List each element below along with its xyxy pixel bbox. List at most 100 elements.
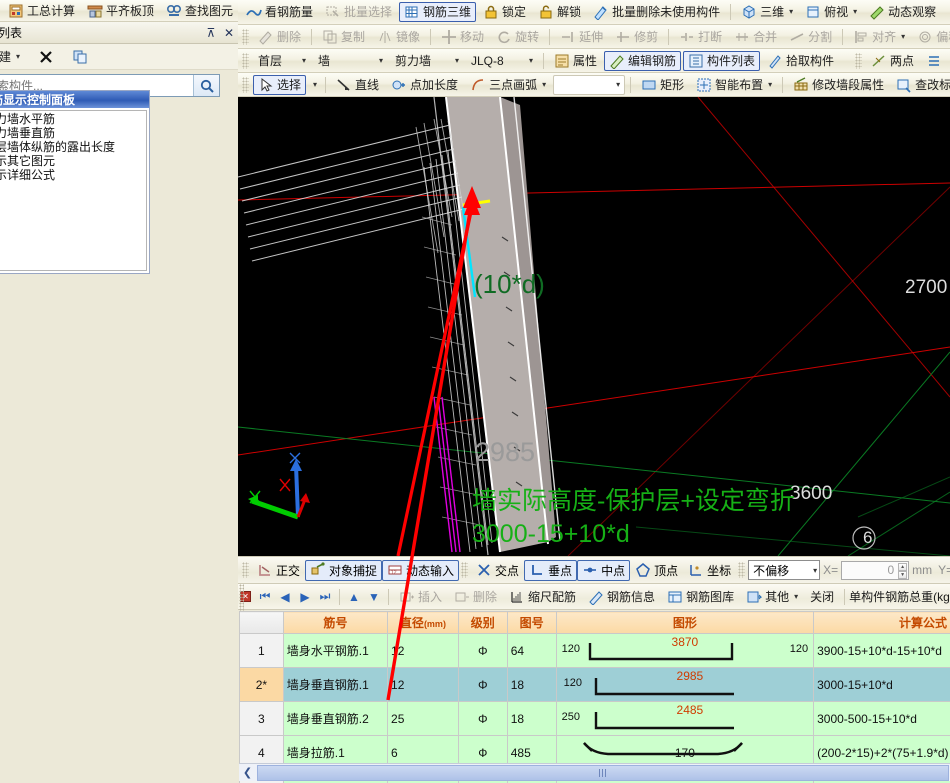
cell-shape[interactable]: 120 2985	[556, 668, 813, 702]
toolbar-button-rotate[interactable]: 旋转	[491, 27, 544, 47]
column-header-shape[interactable]: 图形	[556, 612, 813, 634]
snap-vertex[interactable]: 顶点	[630, 560, 683, 581]
cell-formula[interactable]: 3000-500-15+10*d	[814, 702, 950, 736]
toolbar-button-align-slab-top[interactable]: 平齐板顶	[82, 1, 159, 21]
line-tool-button[interactable]: 直线	[331, 75, 384, 95]
toolbar-button-rebar-3d[interactable]: 钢筋三维	[399, 2, 476, 22]
select-tool-button[interactable]: 选择	[253, 75, 306, 95]
table-horizontal-scrollbar[interactable]: ❮	[239, 763, 950, 781]
properties-button[interactable]: 属性	[549, 51, 602, 71]
toolbar-button-find-element[interactable]: 查找图元	[161, 1, 238, 21]
toolbar-grip[interactable]	[242, 53, 249, 69]
last-record-icon[interactable]: ⏭	[315, 587, 335, 607]
toolbar-button-split[interactable]: 分割	[784, 27, 837, 47]
toolbar-button-batch-delete-unused[interactable]: 批量删除未使用构件	[588, 2, 725, 22]
toolbar-button-erase[interactable]: 删除	[253, 27, 306, 47]
snap-perpendicular[interactable]: 垂点	[524, 560, 577, 581]
member-selector[interactable]: JLQ-8 ▾	[466, 51, 538, 71]
prev-record-icon[interactable]: ◀	[275, 587, 295, 607]
move-up-icon[interactable]: ▲	[344, 587, 364, 607]
column-header-diameter[interactable]: 直径(mm)	[388, 612, 459, 634]
rebar-info-button[interactable]: 钢筋信息	[583, 587, 660, 607]
toolbar-button-partial-3d[interactable]: 局部三维	[943, 2, 950, 22]
toolbar-button-top-view[interactable]: 俯视 ▾	[800, 2, 862, 22]
column-header-grade[interactable]: 级别	[458, 612, 507, 634]
toolbar-grip[interactable]	[242, 29, 249, 45]
toolbar-button-move[interactable]: 移动	[436, 27, 489, 47]
chevron-down-icon[interactable]: ▾	[616, 76, 620, 94]
rdcp-item-4[interactable]: 显示详细公式	[0, 168, 146, 182]
toolbar-button-break[interactable]: 打断	[674, 27, 727, 47]
blank-combo[interactable]: ▾	[553, 75, 625, 95]
statusbar-grip[interactable]	[242, 562, 249, 578]
cell-rebar-name[interactable]: 墙身垂直钢筋.2	[283, 702, 387, 736]
pick-member-button[interactable]: 拾取构件	[762, 51, 839, 71]
rebar-library-button[interactable]: 钢筋图库	[662, 587, 739, 607]
chevron-down-icon[interactable]: ▾	[379, 52, 383, 70]
cell-diameter[interactable]: 12	[388, 634, 459, 668]
insert-row-button[interactable]: 插入	[394, 587, 447, 607]
column-header-formula[interactable]: 计算公式	[814, 612, 950, 634]
rdcp-item-1[interactable]: 剪力墙垂直筋	[0, 126, 146, 140]
cell-figure-no[interactable]: 18	[507, 668, 556, 702]
table-row[interactable]: 3 墙身垂直钢筋.2 25 Φ 18 250 2485 3000-500-15+…	[240, 702, 950, 736]
cell-grade[interactable]: Φ	[458, 702, 507, 736]
delete-member-button[interactable]	[33, 47, 59, 67]
column-header-name[interactable]: 筋号	[283, 612, 387, 634]
copy-member-button[interactable]	[67, 47, 93, 67]
pin-icon[interactable]: ⊼	[202, 26, 220, 40]
more-button[interactable]	[921, 51, 947, 71]
rebar-table[interactable]: 筋号 直径(mm) 级别 图号 图形 计算公式 公式描述 1 墙身水平钢筋.1 …	[239, 611, 950, 763]
scrollbar-thumb[interactable]	[257, 765, 949, 781]
toolbar-button-unlock[interactable]: 解锁	[533, 2, 586, 22]
column-header-index[interactable]	[240, 612, 284, 634]
toggle-object-snap[interactable]: 对象捕捉	[305, 560, 382, 581]
toolbar-button-total-calc[interactable]: 工总计算	[3, 1, 80, 21]
chevron-down-icon[interactable]: ▾	[302, 52, 306, 70]
offset-mode-selector[interactable]: 不偏移 ▾	[748, 560, 820, 580]
cell-diameter[interactable]: 12	[388, 668, 459, 702]
new-member-button[interactable]: 新建 ▾	[0, 47, 25, 67]
cell-rebar-name[interactable]: 墙身垂直钢筋.1	[283, 668, 387, 702]
rect-tool-button[interactable]: 矩形	[636, 75, 689, 95]
cell-grade[interactable]: Φ	[458, 634, 507, 668]
edit-rebar-button[interactable]: 编辑钢筋	[604, 51, 681, 71]
x-coordinate-field[interactable]: 0 ▲▼	[841, 561, 909, 580]
point-length-tool-button[interactable]: 点加长度	[386, 75, 463, 95]
scale-rebar-button[interactable]: 缩尺配筋	[504, 587, 581, 607]
other-button[interactable]: 其他 ▾	[741, 587, 803, 607]
toolbar-button-view-rebar[interactable]: 看钢筋量	[241, 2, 318, 22]
cell-formula[interactable]: 3000-15+10*d	[814, 668, 950, 702]
floor-selector[interactable]: 首层 ▾	[253, 51, 311, 71]
chevron-down-icon[interactable]: ▾	[813, 566, 817, 575]
arc-3point-tool-button[interactable]: 三点画弧 ▾	[465, 75, 551, 95]
cell-formula[interactable]: 3900-15+10*d-15+10*d	[814, 634, 950, 668]
type-selector[interactable]: 剪力墙 ▾	[390, 51, 464, 71]
first-record-icon[interactable]: ⏮	[255, 587, 275, 607]
cell-grade[interactable]: Φ	[458, 668, 507, 702]
rdcp-item-0[interactable]: 剪力墙水平筋	[0, 112, 146, 126]
cell-figure-no[interactable]: 64	[507, 634, 556, 668]
rdcp-item-2[interactable]: 下层墙体纵筋的露出长度	[0, 140, 146, 154]
chevron-down-icon[interactable]: ▾	[542, 76, 546, 94]
select-tool-dropdown[interactable]: ▾	[308, 75, 320, 95]
smart-layout-button[interactable]: 智能布置 ▾	[691, 75, 777, 95]
edit-wall-segment-button[interactable]: 修改墙段属性	[788, 75, 889, 95]
toolbar-grip[interactable]	[855, 53, 862, 69]
cell-rebar-name[interactable]: 墙身水平钢筋.1	[283, 634, 387, 668]
chevron-down-icon[interactable]: ▾	[853, 3, 857, 21]
scroll-left-icon[interactable]: ❮	[239, 765, 256, 781]
chevron-down-icon[interactable]: ▾	[529, 52, 533, 70]
close-editor-button[interactable]: 关闭	[805, 587, 839, 607]
statusbar-grip[interactable]	[461, 562, 468, 578]
cell-shape[interactable]: 250 2485	[556, 702, 813, 736]
cell-shape[interactable]: 120 3870 120	[556, 634, 813, 668]
two-point-button[interactable]: 两点	[866, 51, 919, 71]
toolbar-button-3d-view[interactable]: 三维 ▾	[736, 2, 798, 22]
toolbar-button-dynamic-orbit[interactable]: 动态观察	[864, 2, 941, 22]
toolbar-grip[interactable]	[242, 77, 249, 93]
search-button[interactable]	[193, 75, 219, 96]
statusbar-grip[interactable]	[738, 562, 745, 578]
toolbar-button-trim[interactable]: 修剪	[610, 27, 663, 47]
next-record-icon[interactable]: ▶	[295, 587, 315, 607]
